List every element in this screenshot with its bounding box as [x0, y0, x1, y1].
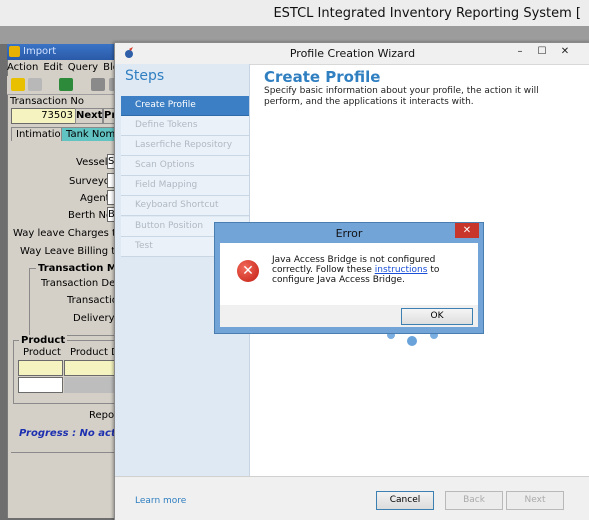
product-description-cell-empty [64, 377, 115, 393]
instructions-link[interactable]: instructions [375, 265, 428, 275]
print-icon[interactable] [28, 78, 42, 91]
maximize-button[interactable]: ☐ [533, 45, 551, 59]
learn-more-link[interactable]: Learn more [135, 496, 186, 506]
error-dialog-body: ✕ Java Access Bridge is not configured c… [220, 243, 478, 305]
menu-query[interactable]: Query [68, 62, 98, 73]
vessel-label: Vessel [76, 157, 108, 168]
menu-edit[interactable]: Edit [43, 62, 62, 73]
product-column-header: Product [23, 347, 61, 358]
step-field-mapping[interactable]: Field Mapping [121, 176, 249, 196]
step-scan-options[interactable]: Scan Options [121, 156, 249, 176]
product-cell-empty[interactable] [18, 377, 63, 393]
form-toolbar [7, 76, 127, 95]
app-title-bar: ESTCL Integrated Inventory Reporting Sys… [0, 0, 589, 27]
back-button[interactable]: Back [445, 491, 503, 510]
error-dialog-footer: OK [220, 305, 478, 327]
app-title: ESTCL Integrated Inventory Reporting Sys… [273, 6, 581, 21]
import-window-title-bar: Import [7, 44, 127, 60]
error-dialog: Error ✕ ✕ Java Access Bridge is not conf… [214, 222, 484, 334]
error-dialog-title-bar: Error ✕ [215, 223, 483, 243]
step-keyboard-shortcut[interactable]: Keyboard Shortcut [121, 196, 249, 216]
save-icon[interactable] [11, 78, 25, 91]
way-leave-billing-label: Way Leave Billing to [20, 246, 122, 257]
menu-action[interactable]: Action [7, 62, 38, 73]
close-button[interactable]: ✕ [556, 45, 574, 59]
page-description: Specify basic information about your pro… [264, 86, 539, 107]
loading-spinner-dot [407, 336, 417, 346]
app-icon [9, 46, 20, 57]
product-description-cell[interactable] [64, 360, 116, 376]
menu-bar: ActionEditQueryBlock [7, 62, 130, 76]
step-define-tokens[interactable]: Define Tokens [121, 116, 249, 136]
tab-tank-nom[interactable]: Tank Nom [61, 127, 121, 141]
berth-no-label: Berth No [68, 210, 113, 221]
transaction-no-label: Transaction No [10, 96, 84, 107]
wizard-footer: Learn more Cancel Back Next [115, 476, 589, 520]
transaction-label: Transactio [67, 295, 118, 306]
cut-icon[interactable] [91, 78, 105, 91]
next-record-button[interactable]: Next [75, 108, 103, 124]
steps-heading: Steps [125, 68, 165, 84]
wizard-title-bar: Profile Creation Wizard – ☐ ✕ [115, 43, 589, 65]
page-title: Create Profile [264, 68, 381, 86]
step-create-profile[interactable]: Create Profile [121, 96, 249, 116]
ok-button[interactable]: OK [401, 308, 473, 325]
product-group-label: Product [19, 335, 68, 346]
error-dialog-title: Error [335, 227, 363, 240]
minimize-button[interactable]: – [511, 45, 529, 59]
cancel-button[interactable]: Cancel [376, 491, 434, 510]
error-close-button[interactable]: ✕ [455, 223, 479, 238]
error-message: Java Access Bridge is not configured cor… [272, 255, 472, 285]
import-window-title: Import [23, 46, 57, 57]
step-laserfiche-repository[interactable]: Laserfiche Repository [121, 136, 249, 156]
agent-label: Agent [80, 193, 110, 204]
enter-icon[interactable] [59, 78, 73, 91]
error-icon: ✕ [237, 260, 259, 282]
status-divider [11, 452, 115, 453]
next-button[interactable]: Next [506, 491, 564, 510]
product-cell[interactable] [18, 360, 63, 376]
transaction-no-field[interactable]: 73503 [11, 108, 76, 124]
way-leave-charges-label: Way leave Charges to [13, 228, 123, 239]
